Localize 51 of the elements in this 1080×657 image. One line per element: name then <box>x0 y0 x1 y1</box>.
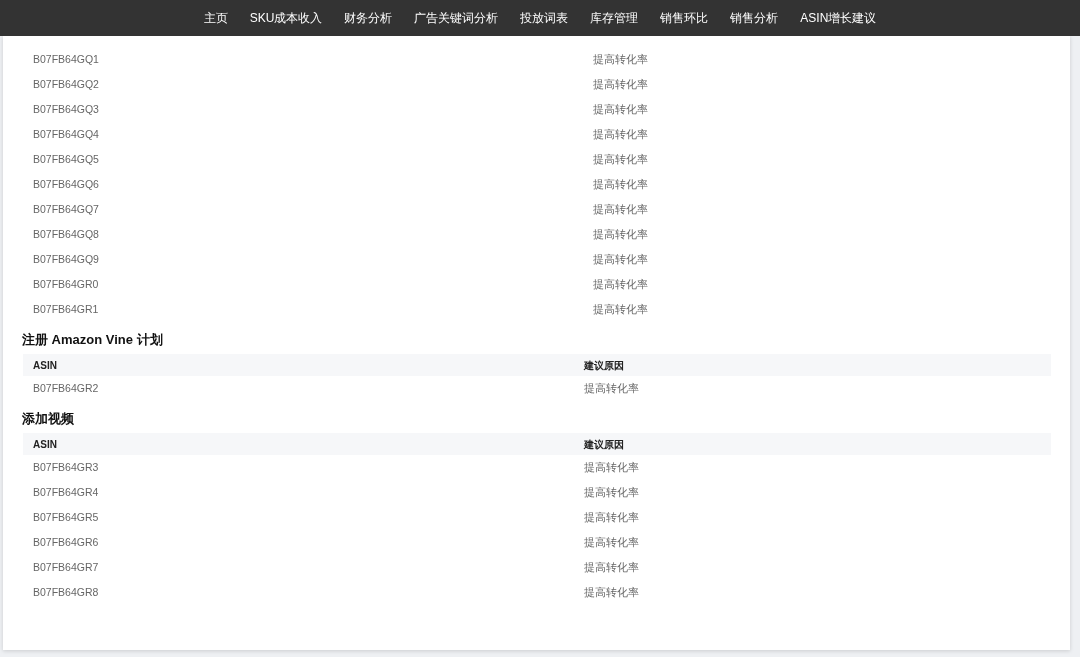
table-cell-text: B07FB64GR4 <box>32 484 100 500</box>
table-cell: 提高转化率 <box>574 455 1051 480</box>
nav-link[interactable]: SKU成本收入 <box>238 9 334 27</box>
table-cell-text: B07FB64GQ7 <box>32 201 100 217</box>
table-cell-text: B07FB64GR0 <box>32 276 100 292</box>
table-cell-text: B07FB64GR1 <box>32 301 100 317</box>
column-header: 建议原因 <box>574 354 1051 376</box>
table-cell-text: B07FB64GR5 <box>32 509 100 525</box>
table-cell-text: 提高转化率 <box>592 76 650 92</box>
table-cell-text: 提高转化率 <box>583 484 640 500</box>
table-cell: B07FB64GR2 <box>23 376 574 401</box>
table-cell-text: B07FB64GQ6 <box>32 176 100 192</box>
section-title: 添加视频 <box>22 411 75 427</box>
table-cell-text: 提高转化率 <box>592 226 650 242</box>
column-header: ASIN <box>23 354 574 376</box>
nav-link[interactable]: 财务分析 <box>333 9 404 27</box>
nav-link[interactable]: ASIN增长建议 <box>789 9 888 27</box>
section-title: 注册 Amazon Vine 计划 <box>22 332 164 348</box>
table-cell: B07FB64GR3 <box>23 455 574 480</box>
nav-link[interactable]: 广告关键词分析 <box>403 9 510 27</box>
nav-link[interactable]: 库存管理 <box>579 9 650 27</box>
table-cell-text: B07FB64GQ1 <box>32 51 100 67</box>
table-cell-text: B07FB64GQ4 <box>32 126 100 142</box>
table-cell-text: 提高转化率 <box>592 276 650 292</box>
nav-link[interactable]: 销售环比 <box>649 9 720 27</box>
table-cell-text: B07FB64GR6 <box>32 534 100 550</box>
table-cell-text: B07FB64GQ2 <box>32 76 100 92</box>
table-cell-text: 提高转化率 <box>592 126 650 142</box>
table-cell-text: 提高转化率 <box>592 176 650 192</box>
table-cell-text: 提高转化率 <box>592 251 650 267</box>
table-cell-text: B07FB64GQ3 <box>32 101 100 117</box>
table-cell-text: 提高转化率 <box>592 51 650 67</box>
nav-link[interactable]: 主页 <box>192 9 239 27</box>
table-cell-text: B07FB64GQ9 <box>32 251 100 267</box>
table-cell-text: B07FB64GQ5 <box>32 151 100 167</box>
table-cell-text: 提高转化率 <box>592 301 650 317</box>
nav-link[interactable]: 销售分析 <box>719 9 790 27</box>
column-header: ASIN <box>23 433 574 455</box>
nav-link[interactable]: 投放词表 <box>509 9 580 27</box>
table-cell-text: 提高转化率 <box>592 151 650 167</box>
table-cell-text: 提高转化率 <box>592 201 650 217</box>
table-cell-text: 提高转化率 <box>583 534 640 550</box>
table-cell-text: B07FB64GR8 <box>32 584 100 600</box>
table-cell-text: 提高转化率 <box>583 559 640 575</box>
table-cell-text: 提高转化率 <box>592 101 650 117</box>
table-cell-text: 提高转化率 <box>583 509 640 525</box>
column-header: 建议原因 <box>574 433 1051 455</box>
table-cell-text: B07FB64GR7 <box>32 559 100 575</box>
table-cell-text: 提高转化率 <box>583 584 640 600</box>
table-cell-text: B07FB64GQ8 <box>32 226 100 242</box>
table-cell: 提高转化率 <box>574 376 1051 401</box>
